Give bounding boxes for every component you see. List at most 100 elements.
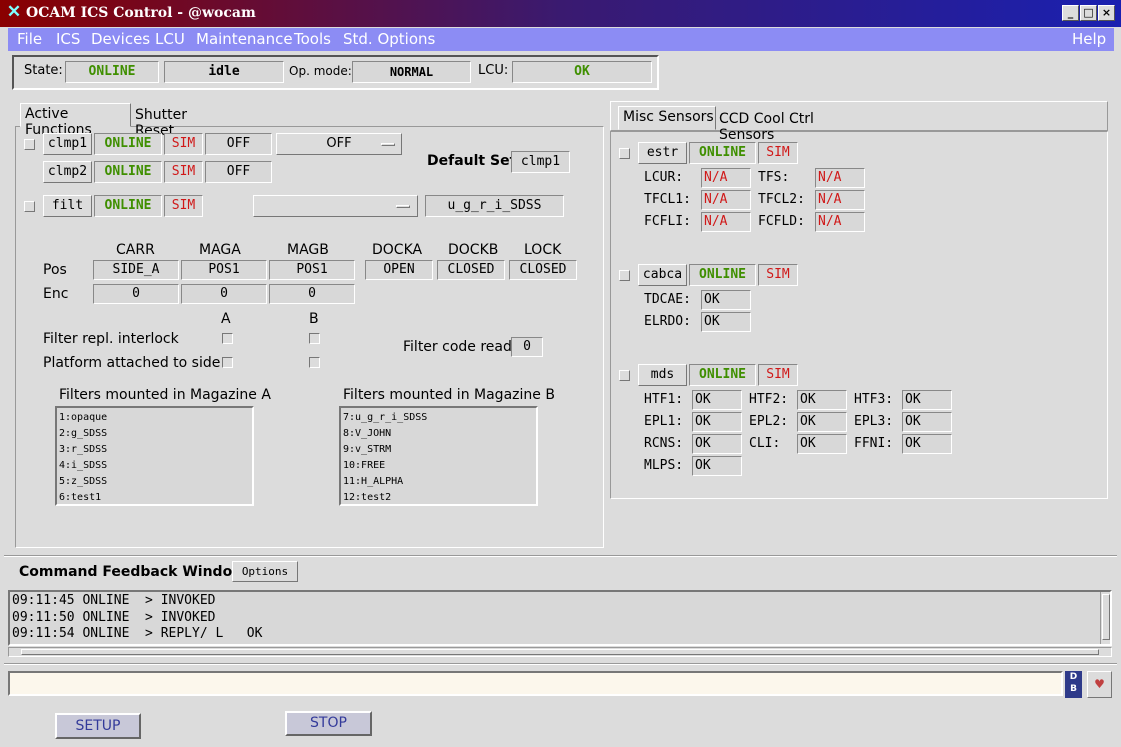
menu-bar: File ICS Devices LCU Maintenance Tools S… <box>8 28 1114 51</box>
menu-tools[interactable]: Tools <box>294 30 331 48</box>
platform-a-indicator <box>222 357 233 368</box>
feedback-options-button[interactable]: Options <box>232 561 298 582</box>
menu-ics[interactable]: ICS <box>56 30 80 48</box>
mds-select-checkbox[interactable] <box>619 370 630 381</box>
list-item[interactable]: 11:H_ALPHA <box>343 474 534 490</box>
enc-maga: 0 <box>181 284 267 304</box>
interlock-col-a: A <box>221 311 231 327</box>
filt-select-checkbox[interactable] <box>24 201 35 212</box>
menu-devices[interactable]: Devices <box>91 30 150 48</box>
estr-select-checkbox[interactable] <box>619 148 630 159</box>
cabca-status: ONLINE <box>689 264 756 286</box>
opmode-value: NORMAL <box>352 61 471 83</box>
sensor-label: FFNI: <box>854 436 894 451</box>
tab-active-functions[interactable]: Active Functions <box>20 103 131 138</box>
sensor-value: N/A <box>815 212 865 232</box>
feedback-horizontal-scrollbar[interactable] <box>8 647 1112 657</box>
db-icon[interactable]: D B <box>1065 671 1082 698</box>
lcu-value: OK <box>512 61 652 83</box>
list-item[interactable]: 6:test1 <box>59 490 250 506</box>
clmp1-select-checkbox[interactable] <box>24 139 35 150</box>
sensor-label: TFS: <box>758 170 790 185</box>
command-input[interactable] <box>8 671 1063 696</box>
tab-ccd-cool-ctrl-sensors[interactable]: CCD Cool Ctrl Sensors <box>717 110 873 143</box>
pos-label: Pos <box>43 262 67 278</box>
pos-lock: CLOSED <box>509 260 577 280</box>
clmp2-status: ONLINE <box>94 161 162 183</box>
clmp2-name: clmp2 <box>43 161 92 183</box>
sensor-value: N/A <box>815 190 865 210</box>
menu-lcu[interactable]: LCU <box>155 30 185 48</box>
list-item[interactable]: 5:z_SDSS <box>59 474 250 490</box>
close-button[interactable]: × <box>1098 5 1115 21</box>
sensor-label: HTF1: <box>644 392 684 407</box>
scroll-thumb[interactable] <box>1102 594 1110 640</box>
heart-icon[interactable]: ♥ <box>1087 671 1112 698</box>
menu-help[interactable]: Help <box>1072 30 1106 48</box>
feedback-vertical-scrollbar[interactable] <box>1100 592 1110 644</box>
tab-misc-sensors[interactable]: Misc Sensors <box>618 106 716 130</box>
feedback-log[interactable]: 09:11:45 ONLINE > INVOKED 09:11:50 ONLIN… <box>8 590 1112 646</box>
menu-maintenance[interactable]: Maintenance <box>196 30 293 48</box>
minimize-button[interactable]: _ <box>1062 5 1079 21</box>
dropdown-indicator-icon <box>381 143 395 146</box>
divider <box>4 555 1117 557</box>
pos-maga: POS1 <box>181 260 267 280</box>
sensor-label: EPL3: <box>854 414 894 429</box>
magazine-a-list[interactable]: 1:opaque 2:g_SDSS 3:r_SDSS 4:i_SDSS 5:z_… <box>55 406 254 506</box>
log-line: 09:11:50 ONLINE > INVOKED <box>12 609 216 625</box>
setup-button[interactable]: SETUP <box>55 713 141 739</box>
sensor-label: LCUR: <box>644 170 684 185</box>
tab-shutter-reset[interactable]: Shutter Reset <box>133 106 229 139</box>
list-item[interactable]: 8:V_JOHN <box>343 426 534 442</box>
filter-repl-a-indicator <box>222 333 233 344</box>
activity-value: idle <box>164 61 284 83</box>
sensor-value: OK <box>692 412 742 432</box>
menu-file[interactable]: File <box>17 30 42 48</box>
list-item[interactable]: 7:u_g_r_i_SDSS <box>343 410 534 426</box>
list-item[interactable]: 4:i_SDSS <box>59 458 250 474</box>
lcu-label: LCU: <box>478 63 509 78</box>
sensor-value: OK <box>902 434 952 454</box>
filt-dropdown[interactable] <box>253 195 418 217</box>
window-title: OCAM ICS Control - @wocam <box>26 5 256 21</box>
sensor-label: HTF3: <box>854 392 894 407</box>
pos-magb: POS1 <box>269 260 355 280</box>
list-item[interactable]: 3:r_SDSS <box>59 442 250 458</box>
filter-repl-interlock-label: Filter repl. interlock <box>43 331 179 347</box>
feedback-title: Command Feedback Window <box>19 564 246 580</box>
sensor-label: CLI: <box>749 436 781 451</box>
filter-code-value: 0 <box>511 337 543 357</box>
sensor-label: TFCL2: <box>758 192 805 207</box>
list-item[interactable]: 1:opaque <box>59 410 250 426</box>
mds-status: ONLINE <box>689 364 756 386</box>
cabca-name: cabca <box>638 264 687 286</box>
sensor-value: OK <box>902 412 952 432</box>
magazine-b-list[interactable]: 7:u_g_r_i_SDSS 8:V_JOHN 9:v_STRM 10:FREE… <box>339 406 538 506</box>
sensor-value: OK <box>902 390 952 410</box>
list-item[interactable]: 9:v_STRM <box>343 442 534 458</box>
list-item[interactable]: 12:test2 <box>343 490 534 506</box>
clmp1-dropdown[interactable]: OFF <box>276 133 402 155</box>
default-set-value: clmp1 <box>511 151 570 173</box>
list-item[interactable]: 2:g_SDSS <box>59 426 250 442</box>
header-dockb: DOCKB <box>448 242 499 258</box>
sensor-value: N/A <box>701 190 751 210</box>
sensor-value: OK <box>701 312 751 332</box>
scroll-thumb[interactable] <box>21 649 1099 655</box>
header-magb: MAGB <box>287 242 329 258</box>
state-label: State: <box>24 63 63 78</box>
list-item[interactable]: 10:FREE <box>343 458 534 474</box>
clmp2-sim: SIM <box>164 161 203 183</box>
menu-std-options[interactable]: Std. Options <box>343 30 435 48</box>
clmp1-name: clmp1 <box>43 133 92 155</box>
cabca-select-checkbox[interactable] <box>619 270 630 281</box>
maximize-button[interactable]: □ <box>1080 5 1097 21</box>
log-line: 09:11:54 ONLINE > REPLY/ L OK <box>12 626 263 641</box>
filt-value: u_g_r_i_SDSS <box>425 195 564 217</box>
stop-button[interactable]: STOP <box>285 711 372 736</box>
platform-attached-label: Platform attached to side <box>43 355 221 371</box>
dropdown-indicator-icon <box>396 205 410 208</box>
sensor-label: RCNS: <box>644 436 684 451</box>
state-value: ONLINE <box>65 61 159 83</box>
